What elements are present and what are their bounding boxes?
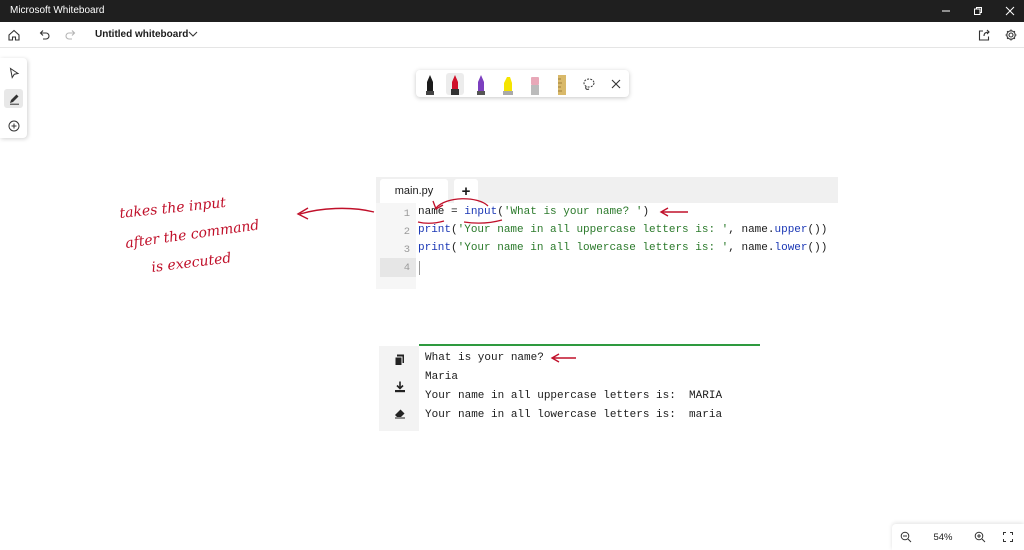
home-button[interactable]	[5, 26, 23, 44]
ink-arrow-to-note	[299, 207, 375, 215]
restore-icon	[974, 7, 982, 15]
minimize-button[interactable]	[930, 0, 962, 22]
code-token: name =	[418, 206, 465, 218]
add-content-button[interactable]	[4, 116, 23, 135]
share-icon	[978, 29, 990, 41]
undo-button[interactable]	[35, 26, 53, 44]
redo-icon	[65, 30, 76, 40]
zoom-level[interactable]: 54%	[932, 532, 954, 543]
pen-tool-button[interactable]	[4, 89, 23, 108]
code-editor: main.py + 1 2 3 4 name = input('What is …	[376, 177, 838, 289]
code-token: print	[418, 242, 452, 254]
console-output: What is your name? Maria Your name in al…	[379, 343, 760, 431]
fit-screen-icon	[1003, 532, 1013, 542]
zoom-out-button[interactable]	[898, 529, 914, 545]
annotation-line-3: is executed	[151, 250, 233, 276]
code-token: (	[497, 206, 504, 218]
download-icon[interactable]	[393, 380, 407, 394]
line-number: 1	[403, 208, 410, 220]
add-tab-button[interactable]: +	[454, 179, 478, 203]
console-line: Your name in all lowercase letters is: m…	[425, 409, 723, 421]
code-line[interactable]: print('Your name in all lowercase letter…	[418, 242, 827, 254]
code-token: ())	[807, 224, 828, 236]
zoom-bar: 54%	[892, 524, 1024, 550]
home-icon	[8, 29, 20, 41]
code-token: print	[418, 224, 452, 236]
code-token: upper	[774, 224, 808, 236]
pen-toolbar	[416, 70, 629, 97]
ink-arrowhead	[296, 207, 309, 220]
code-token: (	[451, 242, 458, 254]
black-pen-icon[interactable]	[421, 73, 439, 95]
console-line: Your name in all uppercase letters is: M…	[425, 390, 723, 402]
redo-button[interactable]	[62, 26, 80, 44]
left-toolbar	[0, 58, 27, 138]
share-button[interactable]	[975, 26, 993, 44]
code-token: lower	[774, 242, 808, 254]
close-icon[interactable]	[607, 73, 625, 95]
select-icon	[9, 66, 19, 79]
code-line[interactable]: name = input('What is your name? ')	[418, 206, 649, 218]
line-number: 3	[403, 244, 410, 256]
zoom-out-icon	[900, 531, 912, 543]
line-number: 4	[403, 262, 410, 274]
line-number: 2	[403, 226, 410, 238]
red-pen-icon[interactable]	[446, 73, 464, 95]
text-cursor	[419, 261, 420, 275]
tab-strip: main.py +	[376, 177, 838, 203]
clear-icon[interactable]	[393, 406, 407, 420]
annotation-line-1: takes the input	[119, 195, 227, 222]
close-icon	[1005, 6, 1015, 16]
code-line[interactable]: print('Your name in all uppercase letter…	[418, 224, 827, 236]
zoom-in-icon	[974, 531, 986, 543]
settings-button[interactable]	[1002, 26, 1020, 44]
maximize-button[interactable]	[962, 0, 994, 22]
select-tool-button[interactable]	[4, 63, 23, 82]
title-bar: Microsoft Whiteboard	[0, 0, 1024, 22]
ruler-icon[interactable]	[553, 73, 571, 95]
tab-main-py[interactable]: main.py	[380, 179, 448, 203]
yellow-highlighter-icon[interactable]	[499, 73, 517, 95]
annotation-line-2: after the command	[124, 217, 260, 252]
code-token: , name.	[728, 242, 775, 254]
close-window-button[interactable]	[994, 0, 1024, 22]
settings-icon	[1005, 29, 1017, 41]
code-token: 'What is your name? '	[503, 206, 643, 218]
pen-icon	[9, 94, 19, 105]
fit-to-screen-button[interactable]	[1000, 529, 1016, 545]
code-token: 'Your name in all lowercase letters is: …	[457, 242, 729, 254]
lasso-icon[interactable]	[580, 73, 598, 95]
chevron-down-icon[interactable]	[186, 27, 200, 41]
add-icon	[8, 120, 19, 131]
console-line: What is your name?	[425, 352, 544, 364]
code-token: input	[464, 206, 498, 218]
code-token: )	[642, 206, 650, 218]
code-token: ())	[807, 242, 828, 254]
app-header: Untitled whiteboard	[0, 22, 1024, 48]
console-divider	[419, 344, 760, 346]
zoom-in-button[interactable]	[972, 529, 988, 545]
eraser-icon[interactable]	[526, 73, 544, 95]
minimize-icon	[942, 10, 950, 12]
app-title: Microsoft Whiteboard	[10, 5, 105, 16]
code-token: (	[451, 224, 458, 236]
purple-pen-icon[interactable]	[472, 73, 490, 95]
board-title[interactable]: Untitled whiteboard	[95, 29, 188, 40]
code-token: 'Your name in all uppercase letters is: …	[457, 224, 729, 236]
code-token: , name.	[728, 224, 775, 236]
console-line: Maria	[425, 371, 459, 383]
copy-icon[interactable]	[393, 353, 407, 367]
undo-icon	[39, 30, 50, 40]
